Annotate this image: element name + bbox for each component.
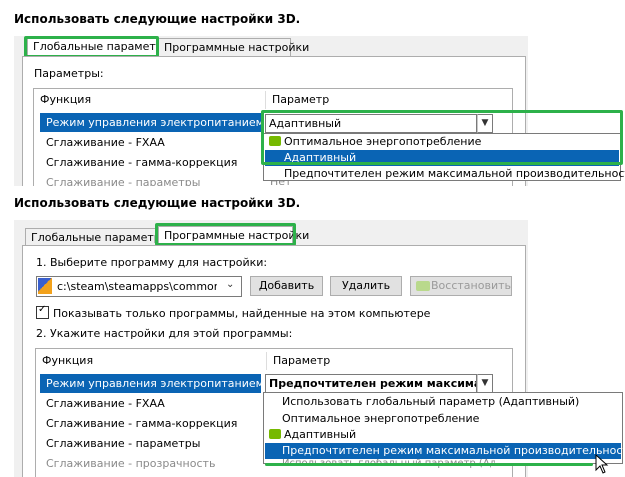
top-heading: Использовать следующие настройки 3D. <box>14 12 301 26</box>
bottom-row-fxaa[interactable]: Сглаживание - FXAA <box>40 394 165 413</box>
top-row-power[interactable]: Режим управления электропитанием <box>40 113 264 132</box>
bottom-heading: Использовать следующие настройки 3D. <box>14 196 301 210</box>
bottom-row-power[interactable]: Режим управления электропитанием <box>40 374 264 393</box>
bottom-col-param[interactable]: Параметр <box>266 352 496 370</box>
program-chevron-icon[interactable]: ⌄ <box>226 279 234 290</box>
step2-label: 2. Укажите настройки для этой программы: <box>36 327 293 340</box>
top-row-fxaa[interactable]: Сглаживание - FXAA <box>40 133 165 152</box>
nvidia-icon <box>269 429 281 439</box>
restore-nvidia-icon <box>416 281 430 291</box>
bottom-option-underline <box>265 463 593 466</box>
top-params-label: Параметры: <box>34 67 104 80</box>
bottom-option-adaptive[interactable]: Адаптивный <box>265 427 621 443</box>
show-found-only-checkbox[interactable]: Показывать только программы, найденные н… <box>36 304 431 320</box>
step1-label: 1. Выберите программу для настройки: <box>36 256 268 269</box>
checkbox-icon[interactable] <box>36 304 49 319</box>
top-row-gamma[interactable]: Сглаживание - гамма-коррекция <box>40 153 237 172</box>
bottom-row-gamma[interactable]: Сглаживание - гамма-коррекция <box>40 414 237 433</box>
program-icon <box>38 278 52 294</box>
top-col-param[interactable]: Параметр <box>265 91 495 109</box>
program-path: c:\steam\steamapps\common\c... <box>57 280 217 293</box>
remove-button[interactable]: Удалить <box>330 276 402 296</box>
top-col-function[interactable]: Функция <box>34 91 262 109</box>
bottom-tab-highlight <box>155 223 296 246</box>
checkbox-label: Показывать только программы, найденные н… <box>53 307 431 320</box>
bottom-combo-chevron-icon[interactable]: ▼ <box>477 374 493 393</box>
bottom-row-transparency[interactable]: Сглаживание - прозрачность <box>40 454 215 473</box>
bottom-tab-global[interactable]: Глобальные параметры <box>25 228 169 246</box>
bottom-col-function[interactable]: Функция <box>36 352 264 370</box>
top-option-max-performance[interactable]: Предпочтителен режим максимальной произв… <box>265 166 625 182</box>
bottom-power-combo[interactable]: Предпочтителен режим максималь <box>265 374 477 393</box>
top-tab-highlight <box>24 36 159 58</box>
bottom-option-max-performance[interactable]: Предпочтителен режим максимальной произв… <box>265 443 625 459</box>
restore-label: Восстановить <box>431 279 511 292</box>
bottom-option-optimal[interactable]: Оптимальное энергопотребление <box>265 411 621 427</box>
top-tab-program[interactable]: Программные настройки <box>158 38 309 56</box>
mouse-cursor-icon <box>595 454 609 474</box>
bottom-row-aa-params[interactable]: Сглаживание - параметры <box>40 434 200 453</box>
add-button[interactable]: Добавить <box>250 276 323 296</box>
top-dropdown-highlight <box>261 110 623 165</box>
bottom-option-adaptive-label: Адаптивный <box>284 428 357 441</box>
bottom-option-use-global[interactable]: Использовать глобальный параметр (Адапти… <box>265 394 621 410</box>
